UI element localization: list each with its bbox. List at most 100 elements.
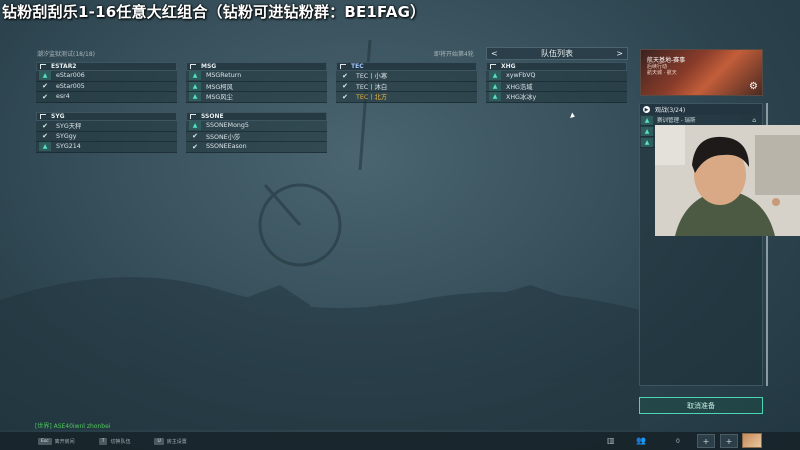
player-row[interactable]: ✔ SSONE小莎	[186, 131, 327, 143]
team-card-estar2[interactable]: ESTAR2 ▲ eStar006 ✔ eStar005 ✔ esr4	[36, 62, 177, 103]
hint-label: 切换队伍	[110, 438, 131, 445]
player-name: MSGReturn	[206, 72, 242, 80]
play-icon: ▶	[643, 106, 650, 113]
player-name: MSG柯风	[206, 83, 233, 91]
hint-room-settings[interactable]: U 房主设置	[154, 437, 187, 445]
webcam-overlay	[655, 125, 800, 236]
player-row[interactable]: ▲ MSGReturn	[186, 71, 327, 82]
team-header: XHG	[486, 62, 627, 71]
key-badge: U	[154, 437, 164, 445]
player-row[interactable]: ▲ XHG冰冰y	[486, 92, 627, 103]
player-row[interactable]: ▲ MSG风尘	[186, 92, 327, 103]
player-name: SSONEMong5	[206, 122, 249, 130]
player-row[interactable]: ✔ TEC丨小寒	[336, 71, 477, 82]
warning-triangle-icon: ▲	[641, 126, 653, 136]
spectator-count: 观战(3/24)	[655, 107, 686, 114]
player-name: TEC丨北方	[356, 94, 388, 102]
team-card-msg[interactable]: MSG ▲ MSGReturn ▲ MSG柯风 ▲ MSG风尘	[186, 62, 327, 103]
cancel-ready-button[interactable]: 取消准备	[639, 397, 763, 414]
check-icon: ✔	[42, 132, 48, 141]
flag-icon	[40, 64, 46, 69]
flag-icon	[190, 64, 196, 69]
friend-count: 0	[676, 438, 680, 445]
flag-icon	[490, 64, 496, 69]
stream-video-thumbnail[interactable]: 航天基地-赛事 后续行动 航天城 · 航天 ⚙	[640, 49, 763, 96]
player-name: eStar006	[56, 72, 85, 80]
stream-overlay-title: 钻粉刮刮乐1-16任意大红组合（钻粉可进钻粉群：BE1FAG）	[2, 3, 426, 21]
warning-triangle-icon: ▲	[189, 81, 201, 91]
team-card-syg[interactable]: SYG ✔ SYG天秤 ✔ SYGgy ▲ SYG214	[36, 112, 177, 153]
player-name: XHG冰冰y	[506, 94, 537, 102]
flag-icon	[190, 114, 196, 119]
warning-triangle-icon: ▲	[189, 71, 201, 81]
player-name: eStar005	[56, 82, 85, 90]
player-row[interactable]: ✔ eStar005	[36, 81, 177, 93]
player-row[interactable]: ▲ SYG214	[36, 142, 177, 153]
check-icon: ✔	[342, 82, 348, 91]
lobby-name: 潮汐监狱测试(18/18)	[37, 51, 95, 58]
warning-triangle-icon: ▲	[489, 92, 501, 102]
player-row[interactable]: ▲ MSG柯风	[186, 81, 327, 93]
player-name: TEC丨小寒	[356, 73, 388, 81]
player-row[interactable]: ✔ SYG天秤	[36, 121, 177, 132]
player-row-self[interactable]: ✔ TEC丨北方	[336, 92, 477, 103]
check-icon: ✔	[192, 142, 198, 151]
team-list-title: 队伍列表	[541, 49, 573, 58]
player-row[interactable]: ▲ SSONEMong5	[186, 121, 327, 132]
warning-triangle-icon: ▲	[39, 71, 51, 81]
player-name: SYG天秤	[56, 123, 82, 131]
team-card-ssone[interactable]: SSONE ▲ SSONEMong5 ✔ SSONE小莎 ✔ SSONEEason	[186, 112, 327, 153]
team-name: ESTAR2	[51, 63, 77, 70]
warning-triangle-icon: ▲	[489, 71, 501, 81]
team-name: TEC	[351, 63, 364, 70]
player-row[interactable]: ▲ xywFbVQ	[486, 71, 627, 82]
home-icon: ⌂	[752, 116, 756, 124]
player-row[interactable]: ▲ eStar006	[36, 71, 177, 82]
warning-triangle-icon: ▲	[489, 81, 501, 91]
warning-triangle-icon: ▲	[641, 115, 653, 125]
friends-icon[interactable]: 👥	[636, 436, 646, 445]
player-name: SYG214	[56, 143, 81, 151]
hint-label: 离开房间	[54, 438, 75, 445]
player-row[interactable]: ✔ TEC丨沐白	[336, 81, 477, 93]
player-row[interactable]: ✔ SSONEEason	[186, 142, 327, 153]
round-countdown: 即将开始第4轮	[434, 51, 474, 58]
team-header: ESTAR2	[36, 62, 177, 71]
flag-icon	[340, 64, 346, 69]
team-header: TEC	[336, 62, 477, 71]
avatar[interactable]	[742, 433, 762, 448]
team-header: SSONE	[186, 112, 327, 121]
add-button-1[interactable]: +	[697, 434, 715, 448]
player-row[interactable]: ✔ esr4	[36, 92, 177, 103]
key-badge: T	[98, 437, 108, 445]
warning-triangle-icon: ▲	[189, 121, 201, 131]
stats-icon[interactable]: ▥	[607, 436, 615, 445]
world-chat-message: [世界] ASE40iwnl zhonbei	[35, 423, 111, 430]
player-name: MSG风尘	[206, 94, 233, 102]
check-icon: ✔	[42, 121, 48, 130]
flag-icon	[40, 114, 46, 119]
player-row[interactable]: ▲ XHG浩域	[486, 81, 627, 93]
player-name: xywFbVQ	[506, 72, 536, 80]
team-name: SSONE	[201, 113, 224, 120]
gear-icon[interactable]: ⚙	[749, 81, 758, 92]
check-icon: ✔	[342, 71, 348, 80]
player-row[interactable]: ✔ SYGgy	[36, 131, 177, 143]
hint-leave-room[interactable]: Esc 离开房间	[38, 437, 75, 445]
player-name: TEC丨沐白	[356, 83, 388, 91]
hint-switch-team[interactable]: T 切换队伍	[98, 437, 131, 445]
team-name: MSG	[201, 63, 217, 70]
player-name: esr4	[56, 93, 70, 101]
next-page-button[interactable]: >	[616, 49, 623, 58]
player-name: SSONE小莎	[206, 133, 241, 141]
spectator-header: ▶ 观战(3/24)	[640, 104, 762, 115]
team-card-tec[interactable]: TEC ✔ TEC丨小寒 ✔ TEC丨沐白 ✔ TEC丨北方	[336, 62, 477, 103]
team-card-xhg[interactable]: XHG ▲ xywFbVQ ▲ XHG浩域 ▲ XHG冰冰y	[486, 62, 627, 103]
check-icon: ✔	[42, 82, 48, 91]
prev-page-button[interactable]: <	[491, 49, 498, 58]
warning-triangle-icon: ▲	[189, 92, 201, 102]
check-icon: ✔	[192, 132, 198, 141]
player-name: XHG浩域	[506, 83, 533, 91]
bottom-hint-bar: Esc 离开房间 T 切换队伍 U 房主设置	[0, 432, 800, 450]
add-button-2[interactable]: +	[720, 434, 738, 448]
